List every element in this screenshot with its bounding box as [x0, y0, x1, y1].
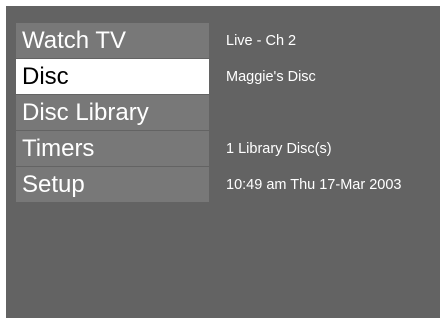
library-disc-count: 1 Library Disc(s) — [226, 141, 332, 157]
menu-item-setup[interactable]: Setup — [16, 167, 209, 202]
menu-item-timers[interactable]: Timers — [16, 131, 209, 166]
main-menu: Watch TV Disc Disc Library Timers Setup — [16, 23, 209, 203]
tv-menu-screen: Watch TV Disc Disc Library Timers Setup … — [6, 6, 440, 318]
info-panel: Live - Ch 2 Maggie's Disc 1 Library Disc… — [226, 23, 436, 203]
menu-item-watch-tv[interactable]: Watch TV — [16, 23, 209, 58]
menu-item-disc-library[interactable]: Disc Library — [16, 95, 209, 130]
date-time: 10:49 am Thu 17-Mar 2003 — [226, 177, 402, 193]
channel-status: Live - Ch 2 — [226, 33, 297, 49]
disc-name: Maggie's Disc — [226, 69, 316, 85]
menu-item-disc[interactable]: Disc — [16, 59, 209, 94]
